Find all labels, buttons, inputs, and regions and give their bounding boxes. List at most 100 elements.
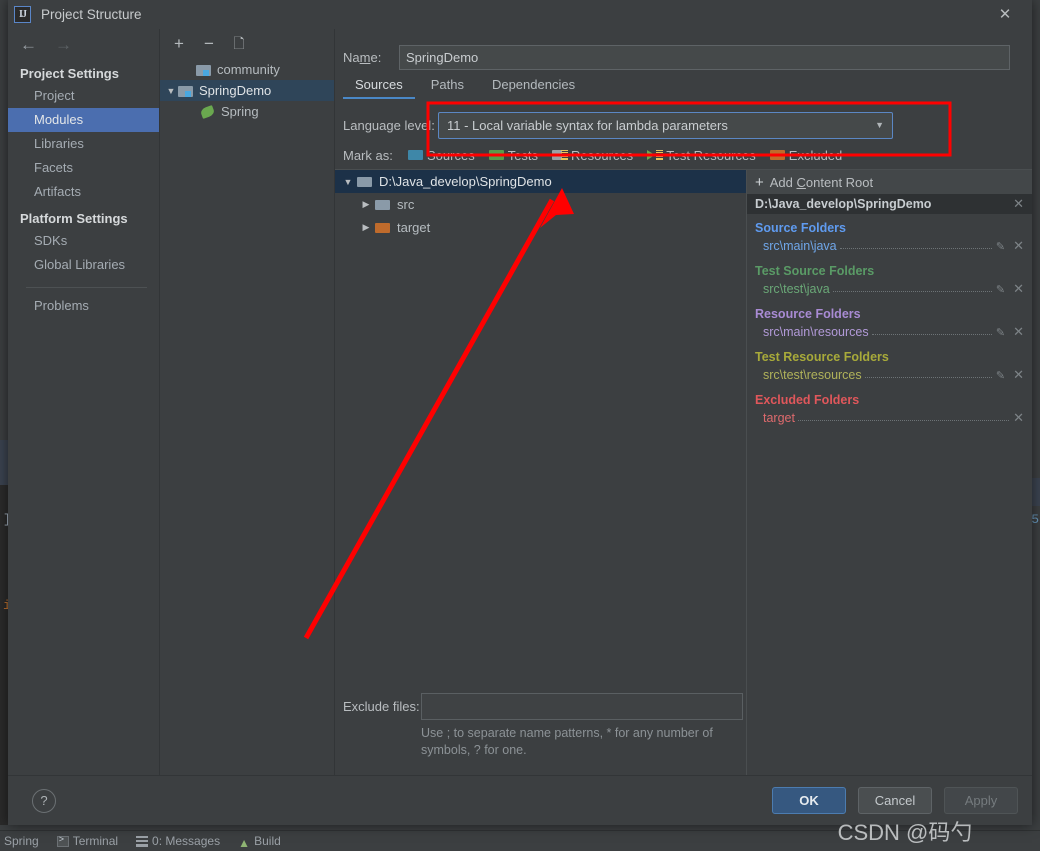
content-root-header: D:\Java_develop\SpringDemo ✕: [747, 194, 1032, 214]
dotted-leader: [871, 327, 992, 335]
module-editor: Name: Sources Paths Dependencies Languag…: [335, 29, 1032, 775]
content-root-child-target[interactable]: ▶ target: [335, 216, 746, 239]
language-level-label: Language level:: [343, 117, 435, 133]
folder-label: target: [397, 220, 431, 235]
remove-icon[interactable]: ✕: [1013, 367, 1024, 383]
chevron-right-icon[interactable]: ▶: [357, 222, 375, 233]
facet-row-spring[interactable]: Spring: [160, 101, 334, 122]
exclude-files-input[interactable]: [421, 693, 743, 720]
cancel-button[interactable]: Cancel: [858, 787, 932, 814]
plus-icon: +: [755, 173, 764, 191]
module-name-input[interactable]: [399, 44, 1010, 70]
content-roots-area: ▼ D:\Java_develop\SpringDemo ▶ src ▶ tar…: [335, 169, 1032, 775]
add-content-root-button[interactable]: + Add Content Root: [747, 170, 1032, 194]
sidebar-item-global-libraries[interactable]: Global Libraries: [8, 253, 159, 277]
content-root-label: D:\Java_develop\SpringDemo: [379, 174, 552, 189]
chevron-right-icon[interactable]: ▶: [357, 199, 375, 210]
sidebar-item-libraries[interactable]: Libraries: [8, 132, 159, 156]
mark-as-excluded-button[interactable]: Excluded: [769, 147, 843, 163]
sidebar-item-artifacts[interactable]: Artifacts: [8, 180, 159, 204]
ok-button[interactable]: OK: [772, 787, 846, 814]
folder-entry: src\test\resources ✎ ✕: [755, 364, 1032, 386]
sidebar-item-project[interactable]: Project: [8, 84, 159, 108]
remove-icon[interactable]: ✕: [1013, 238, 1024, 254]
chevron-down-icon[interactable]: ▼: [339, 177, 357, 187]
edit-icon[interactable]: ✎: [996, 283, 1005, 296]
mark-as-excluded-label: Excluded: [788, 147, 843, 163]
tab-sources[interactable]: Sources: [343, 74, 415, 99]
sidebar-item-problems[interactable]: Problems: [8, 294, 159, 318]
help-button[interactable]: ?: [32, 788, 56, 813]
chevron-down-icon[interactable]: ▼: [164, 86, 178, 96]
test-resource-folders-title: Test Resource Folders: [755, 350, 889, 364]
module-row-springdemo[interactable]: ▼ SpringDemo: [160, 80, 334, 101]
status-item-terminal[interactable]: Terminal: [56, 834, 119, 848]
add-module-button[interactable]: +: [170, 35, 188, 52]
build-label: Build: [254, 834, 281, 848]
modules-toolbar: + − 🗋: [160, 29, 334, 55]
sidebar-item-modules[interactable]: Modules: [8, 108, 159, 132]
source-folders-group: Source Folders src\main\java ✎ ✕: [747, 214, 1032, 257]
project-structure-dialog: IJ Project Structure ✕ ← → Project Setti…: [8, 0, 1032, 825]
remove-icon[interactable]: ✕: [1013, 324, 1024, 340]
sidebar-item-sdks[interactable]: SDKs: [8, 229, 159, 253]
resource-folders-group: Resource Folders src\main\resources ✎ ✕: [747, 300, 1032, 343]
content-root-tree: ▼ D:\Java_develop\SpringDemo ▶ src ▶ tar…: [335, 170, 746, 681]
build-icon: ▲: [238, 835, 250, 850]
csdn-watermark: CSDN @码勺: [837, 820, 973, 845]
arrow-left-icon[interactable]: ←: [20, 36, 37, 53]
test-resource-folders-group: Test Resource Folders src\test\resources…: [747, 343, 1032, 386]
tab-dependencies[interactable]: Dependencies: [480, 74, 587, 99]
dotted-leader: [832, 284, 992, 292]
sidebar-navigation: ← →: [8, 29, 159, 59]
spring-leaf-icon: [200, 105, 216, 118]
chevron-down-icon: ▼: [875, 120, 884, 130]
folder-path: src\main\resources: [763, 325, 869, 339]
mark-as-sources-label: Sources: [427, 147, 475, 163]
sidebar-group-platform-settings: Platform Settings: [20, 211, 128, 226]
module-label: community: [217, 62, 280, 77]
status-item-build[interactable]: ▲ Build: [238, 834, 281, 850]
content-root-row[interactable]: ▼ D:\Java_develop\SpringDemo: [335, 170, 746, 193]
folder-path: target: [763, 411, 795, 425]
copy-module-button[interactable]: 🗋: [230, 36, 248, 50]
folder-icon: [375, 198, 391, 211]
remove-icon[interactable]: ✕: [1013, 410, 1024, 426]
arrow-right-icon[interactable]: →: [55, 36, 72, 53]
settings-sidebar: ← → Project Settings Project Modules Lib…: [8, 29, 160, 775]
excluded-folder-icon: [769, 149, 785, 161]
status-item-messages[interactable]: 0: Messages: [136, 834, 220, 848]
background-code-fragment-3: 5: [1031, 512, 1039, 527]
mark-as-row: Mark as: Sources Tests Resources Test Re…: [335, 141, 1032, 169]
excluded-folder-icon: [375, 221, 391, 234]
content-root-child-src[interactable]: ▶ src: [335, 193, 746, 216]
close-icon[interactable]: ✕: [992, 2, 1018, 26]
excluded-folders-group: Excluded Folders target ✕: [747, 386, 1032, 429]
mark-as-tests-button[interactable]: Tests: [488, 148, 538, 163]
edit-icon[interactable]: ✎: [996, 326, 1005, 339]
modules-panel: + − 🗋 ▶ community ▼ SpringDemo Spring: [160, 29, 335, 775]
tab-paths[interactable]: Paths: [419, 74, 476, 99]
test-resources-folder-icon: [647, 149, 664, 161]
content-root-path: D:\Java_develop\SpringDemo: [755, 197, 932, 211]
module-row-community[interactable]: ▶ community: [160, 59, 334, 80]
mark-as-sources-button[interactable]: Sources: [408, 148, 475, 163]
test-source-folders-title: Test Source Folders: [755, 264, 875, 278]
remove-icon[interactable]: ✕: [1013, 281, 1024, 297]
edit-icon[interactable]: ✎: [996, 369, 1005, 382]
language-level-dropdown[interactable]: 11 - Local variable syntax for lambda pa…: [438, 111, 893, 139]
mark-as-resources-button[interactable]: Resources: [552, 148, 633, 163]
dialog-buttons: OK Cancel Apply: [772, 787, 1018, 814]
source-folders-title: Source Folders: [755, 221, 846, 235]
mark-as-test-resources-button[interactable]: Test Resources: [647, 148, 756, 163]
remove-module-button[interactable]: −: [200, 35, 218, 52]
dotted-leader: [864, 370, 992, 378]
sidebar-item-facets[interactable]: Facets: [8, 156, 159, 180]
folder-entry: src\main\java ✎ ✕: [755, 235, 1032, 257]
dotted-leader: [797, 413, 1010, 421]
status-item-spring[interactable]: Spring: [4, 834, 39, 848]
terminal-label: Terminal: [72, 834, 119, 848]
remove-content-root-icon[interactable]: ✕: [1013, 196, 1024, 212]
edit-icon[interactable]: ✎: [996, 240, 1005, 253]
source-roots-column: + Add Content Root D:\Java_develop\Sprin…: [747, 170, 1032, 775]
